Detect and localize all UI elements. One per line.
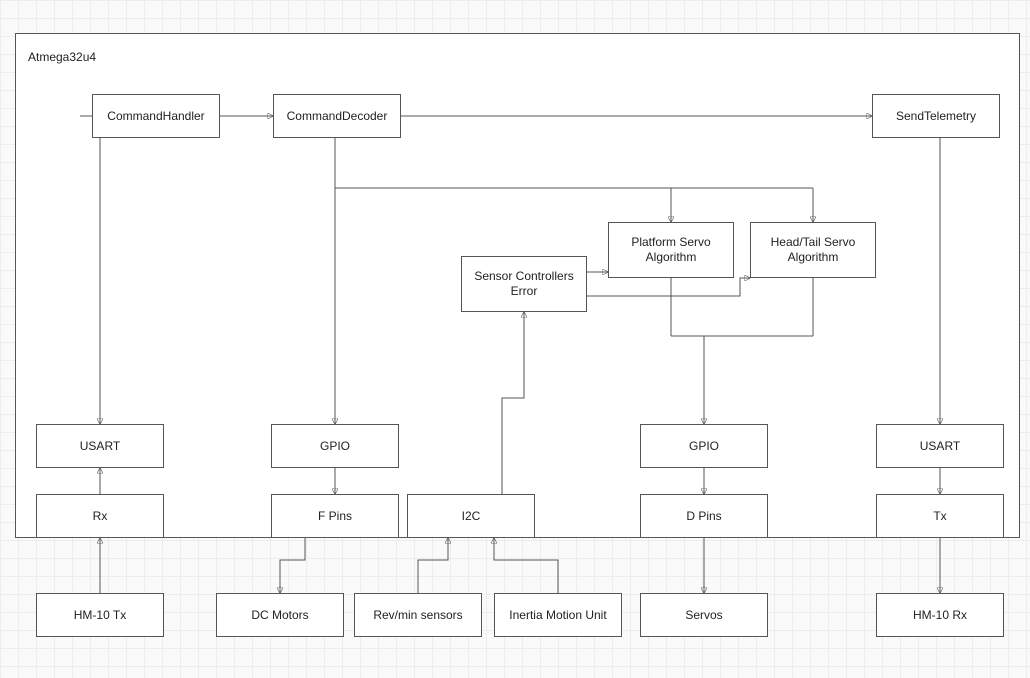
box-servos: Servos xyxy=(640,593,768,637)
box-dpins: D Pins xyxy=(640,494,768,538)
container-label: Atmega32u4 xyxy=(28,50,96,64)
box-head-tail-servo: Head/Tail Servo Algorithm xyxy=(750,222,876,278)
box-imu: Inertia Motion Unit xyxy=(494,593,622,637)
box-usart-right: USART xyxy=(876,424,1004,468)
box-hm10-tx: HM-10 Tx xyxy=(36,593,164,637)
box-dc-motors: DC Motors xyxy=(216,593,344,637)
box-gpio-left: GPIO xyxy=(271,424,399,468)
box-i2c: I2C xyxy=(407,494,535,538)
box-tx: Tx xyxy=(876,494,1004,538)
box-command-decoder: CommandDecoder xyxy=(273,94,401,138)
box-revmin: Rev/min sensors xyxy=(354,593,482,637)
box-rx: Rx xyxy=(36,494,164,538)
box-hm10-rx: HM-10 Rx xyxy=(876,593,1004,637)
box-command-handler: CommandHandler xyxy=(92,94,220,138)
box-platform-servo: Platform Servo Algorithm xyxy=(608,222,734,278)
box-gpio-right: GPIO xyxy=(640,424,768,468)
box-usart-left: USART xyxy=(36,424,164,468)
box-fpins: F Pins xyxy=(271,494,399,538)
box-send-telemetry: SendTelemetry xyxy=(872,94,1000,138)
box-sensor-controllers: Sensor Controllers Error xyxy=(461,256,587,312)
